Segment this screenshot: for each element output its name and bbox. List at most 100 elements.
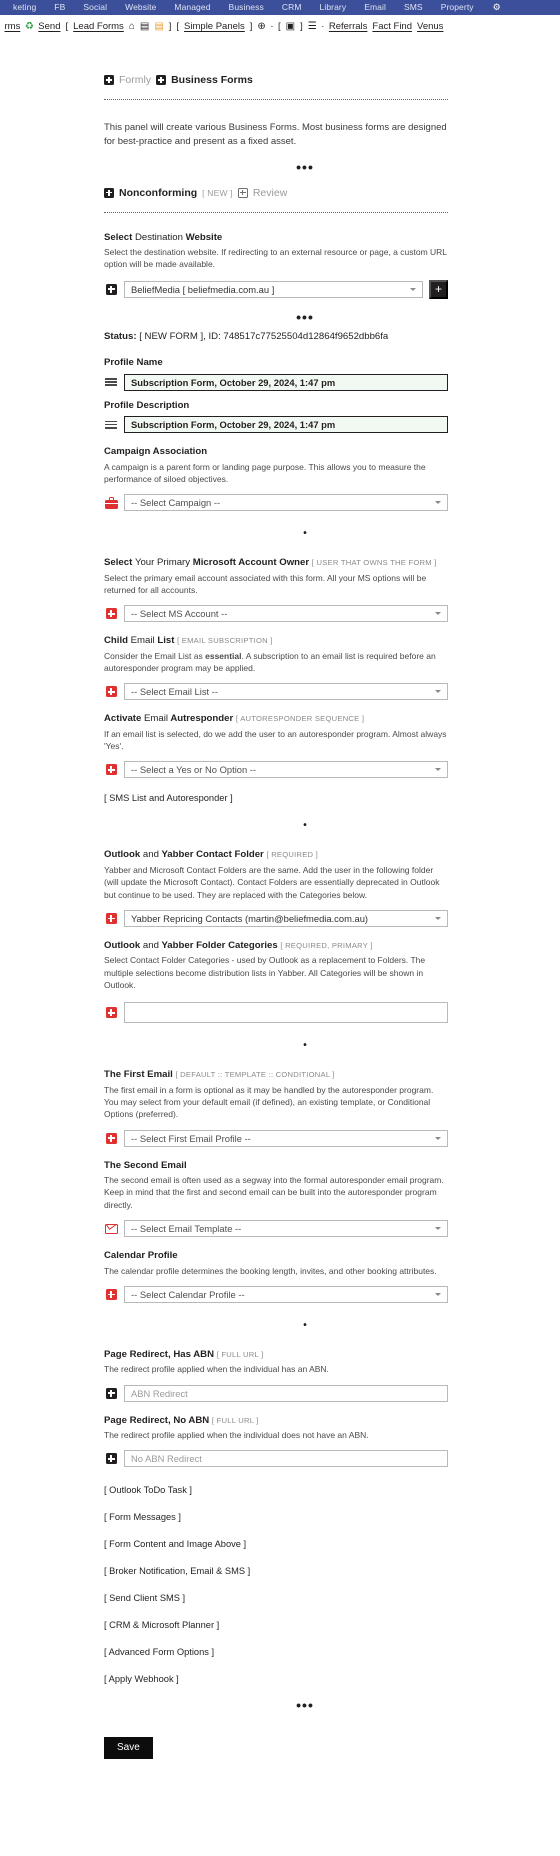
subnav-fact-find-link[interactable]: Fact Find [370,15,415,39]
first-email-control-row: -- Select First Email Profile -- [104,1129,448,1147]
contact-folder-select[interactable]: Yabber Repricing Contacts (martin@belief… [124,909,448,927]
briefcase-icon[interactable]: ▤ [152,15,166,39]
globe-icon[interactable]: ⊕ [255,15,268,39]
bracket-open-1: [ [65,21,69,32]
plus-icon-contact-folder[interactable] [104,912,118,924]
plus-icon-destination[interactable] [104,283,118,295]
lines-icon-profile-name[interactable] [104,377,118,388]
nav-item-property[interactable]: Property [432,0,483,15]
nav-item-marketing[interactable]: keting [4,0,45,15]
subnav-simple-panels-link[interactable]: Simple Panels [182,15,248,39]
divider-nonconforming [104,211,448,213]
redirect-abn-tag: [ FULL URL ] [216,1349,264,1359]
envelope-icon-second-email[interactable] [104,1223,118,1234]
link-form-content-image[interactable]: [ Form Content and Image Above ] [104,1539,448,1549]
breadcrumb-business-forms[interactable]: Business Forms [171,74,253,86]
campaign-select[interactable]: -- Select Campaign -- [124,494,448,512]
link-outlook-todo-task[interactable]: [ Outlook ToDo Task ] [104,1485,448,1495]
field-group-profile-description: Profile Description Subscription Form, O… [104,400,448,434]
redirect-abn-label: Page Redirect, Has ABN [ FULL URL ] [104,1349,448,1361]
nav-item-business[interactable]: Business [220,0,273,15]
nav-item-fb[interactable]: FB [45,0,74,15]
plus-icon-email-list[interactable] [104,686,118,698]
page-content: Formly Business Forms This panel will cr… [0,74,560,1760]
nonconforming-review-link[interactable]: Review [253,187,287,199]
destination-website-select[interactable]: BeliefMedia [ beliefmedia.com.au ] [124,280,423,298]
plus-icon-folder-categories[interactable] [104,1007,118,1019]
folder-categories-label-yabber: Yabber Folder Categories [161,939,278,951]
subnav-lead-forms-link[interactable]: Lead Forms [71,15,127,39]
calendar-icon[interactable]: ▤ [137,15,151,39]
email-list-help-a: Consider the Email List as [104,650,206,661]
square-icon[interactable]: ▣ [283,15,297,39]
home-icon[interactable]: ⌂ [126,15,137,39]
redirect-no-abn-tag: [ FULL URL ] [211,1415,259,1425]
list-icon[interactable]: ☰ [305,15,319,39]
folder-categories-control-row [104,1002,448,1024]
link-send-client-sms[interactable]: [ Send Client SMS ] [104,1593,448,1603]
subnav-send-link[interactable]: Send [36,15,63,39]
link-broker-notification[interactable]: [ Broker Notification, Email & SMS ] [104,1566,448,1576]
autoresponder-help: If an email list is selected, do we add … [104,728,447,752]
field-group-calendar-profile: Calendar Profile The calendar profile de… [104,1250,448,1303]
nav-item-managed[interactable]: Managed [165,0,219,15]
email-list-label-list: List [157,635,175,647]
lines-icon-profile-description[interactable] [104,419,118,430]
link-crm-planner[interactable]: [ CRM & Microsoft Planner ] [104,1620,448,1630]
recycle-icon[interactable]: ♻ [23,15,36,39]
link-advanced-form-options[interactable]: [ Advanced Form Options ] [104,1647,448,1657]
add-destination-button[interactable]: + [429,279,448,299]
field-group-redirect-abn: Page Redirect, Has ABN [ FULL URL ] The … [104,1349,448,1402]
plus-icon-redirect-abn[interactable] [104,1387,118,1399]
subnav-forms-label[interactable]: rms [2,15,23,39]
top-navigation-bar: keting FB Social Website Managed Busines… [0,0,560,15]
ms-account-select[interactable]: -- Select MS Account -- [124,605,448,623]
autoresponder-select[interactable]: -- Select a Yes or No Option -- [124,761,448,779]
redirect-no-abn-help: The redirect profile applied when the in… [104,1430,369,1441]
link-form-messages[interactable]: [ Form Messages ] [104,1512,448,1522]
campaign-control-row: -- Select Campaign -- [104,494,448,512]
redirect-no-abn-input[interactable]: No ABN Redirect [124,1450,448,1468]
link-apply-webhook[interactable]: [ Apply Webhook ] [104,1674,448,1684]
folder-categories-input[interactable] [124,1002,448,1024]
bracket-close-1: ] [168,21,172,32]
autoresponder-label-email: Email [144,713,168,725]
email-list-label: Child Email List [ EMAIL SUBSCRIPTION ] [104,635,448,647]
nav-item-social[interactable]: Social [74,0,116,15]
plus-icon-review[interactable] [237,187,248,198]
field-group-folder-categories: Outlook and Yabber Folder Categories [ R… [104,939,448,1024]
save-button[interactable]: Save [104,1737,153,1760]
first-email-label: The First Email [ DEFAULT :: TEMPLATE ::… [104,1069,448,1081]
subnav-venus-link[interactable]: Venus [415,15,446,39]
nav-item-email[interactable]: Email [355,0,395,15]
destination-label-website: Website [185,231,223,243]
plus-icon-autoresponder[interactable] [104,764,118,776]
briefcase-icon-campaign[interactable] [104,496,118,509]
plus-icon-calendar-profile[interactable] [104,1288,118,1300]
plus-icon-ms-account[interactable] [104,608,118,620]
email-list-select[interactable]: -- Select Email List -- [124,683,448,701]
sms-list-autoresponder-link[interactable]: [ SMS List and Autoresponder ] [104,793,448,803]
plus-icon-formly[interactable] [104,75,114,85]
redirect-abn-input[interactable]: ABN Redirect [124,1384,448,1402]
nonconforming-title[interactable]: Nonconforming [119,187,197,199]
plus-icon-first-email[interactable] [104,1132,118,1144]
plus-icon-business-forms[interactable] [156,75,167,85]
profile-name-input[interactable]: Subscription Form, October 29, 2024, 1:4… [124,373,448,391]
nav-item-website[interactable]: Website [116,0,165,15]
plus-icon-nonconforming[interactable] [104,187,114,198]
calendar-profile-select[interactable]: -- Select Calendar Profile -- [124,1285,448,1303]
nav-item-sms[interactable]: SMS [395,0,432,15]
first-email-select[interactable]: -- Select First Email Profile -- [124,1129,448,1147]
subnav-referrals-link[interactable]: Referrals [326,15,370,39]
nav-item-library[interactable]: Library [311,0,356,15]
breadcrumb-formly[interactable]: Formly [119,74,151,86]
plus-icon-redirect-no-abn[interactable] [104,1453,118,1465]
second-email-select[interactable]: -- Select Email Template -- [124,1220,448,1238]
gear-icon[interactable]: ⚙ [483,2,507,13]
profile-description-input[interactable]: Subscription Form, October 29, 2024, 1:4… [124,416,448,434]
campaign-value: -- Select Campaign -- [131,497,221,509]
contact-folder-label: Outlook and Yabber Contact Folder [ REQU… [104,849,448,861]
contact-folder-help: Yabber and Microsoft Contact Folders are… [104,864,440,900]
nav-item-crm[interactable]: CRM [273,0,311,15]
